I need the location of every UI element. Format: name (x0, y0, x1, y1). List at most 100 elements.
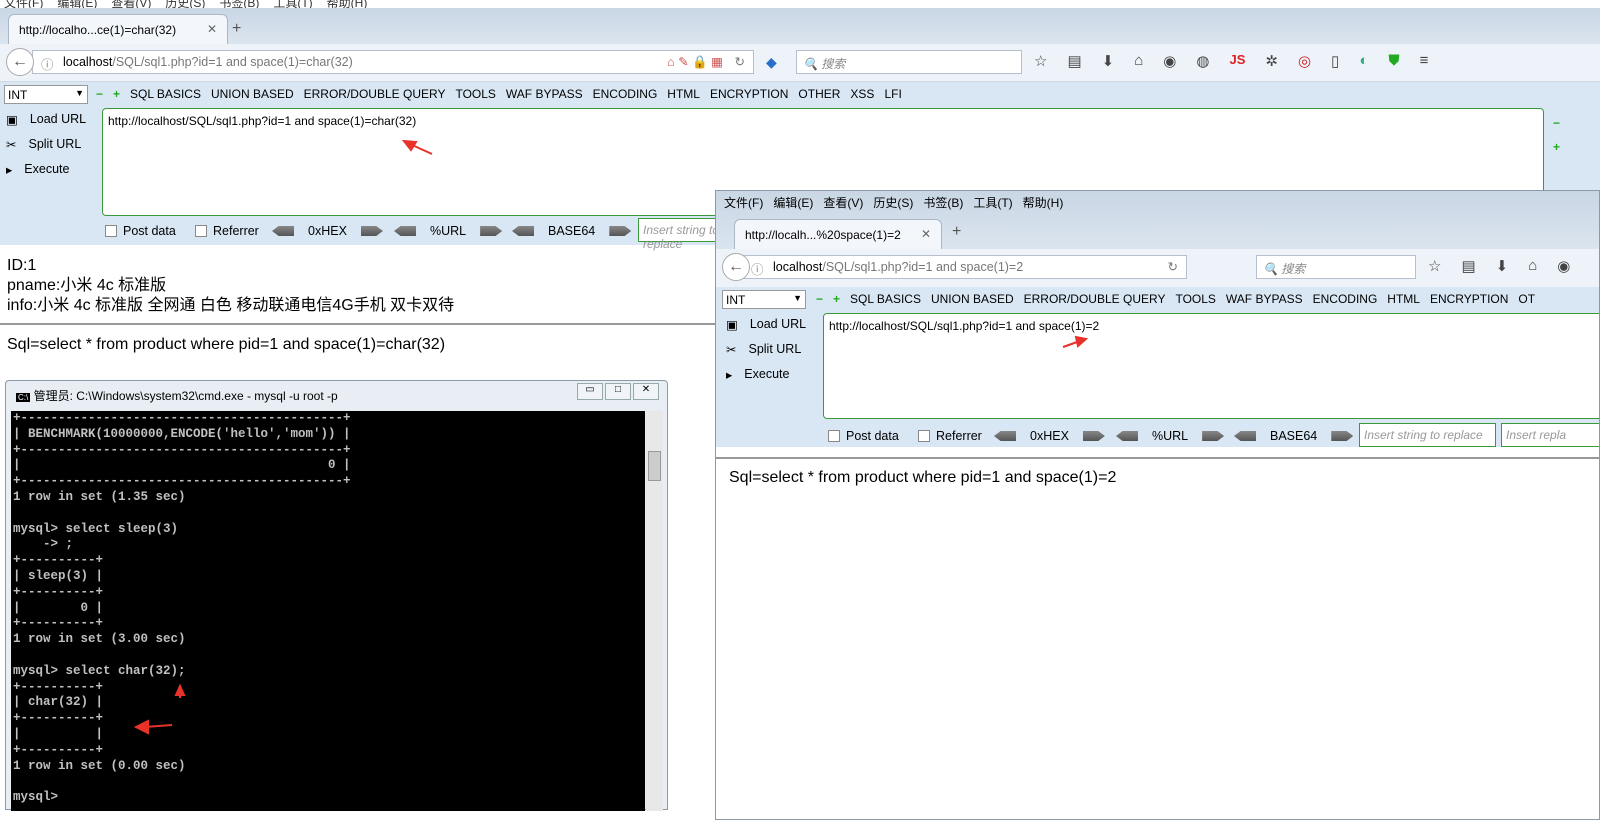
globe-icon[interactable]: ◐ (1359, 52, 1368, 70)
new-tab-icon[interactable]: + (952, 223, 961, 241)
checkbox[interactable] (105, 225, 117, 237)
menu-other[interactable]: OT (1518, 292, 1535, 306)
menu-file[interactable]: 文件(F) (724, 194, 763, 211)
menu-bookmarks[interactable]: 书签(B) (923, 194, 963, 211)
reload-icon[interactable]: ↻ (1168, 259, 1178, 274)
split-url-button[interactable]: ✂ Split URL (6, 137, 81, 152)
encode-arrow-icon[interactable] (480, 226, 503, 236)
load-url-button[interactable]: ▣ Load URL (6, 112, 86, 127)
reading-list-icon[interactable]: ▤ (1461, 257, 1475, 275)
menu-encryption[interactable]: ENCRYPTION (710, 87, 788, 101)
checkbox[interactable] (195, 225, 207, 237)
menu-edit[interactable]: 编辑(E) (57, 0, 97, 10)
decode-arrow-icon[interactable] (1234, 431, 1256, 441)
url-bar[interactable]: ⓘ localhost/SQL/sql1.php?id=1 and space(1… (742, 255, 1187, 279)
menu-encryption[interactable]: ENCRYPTION (1430, 292, 1508, 306)
menu-bookmarks[interactable]: 书签(B) (219, 0, 259, 10)
close-tab-icon[interactable]: ✕ (207, 22, 217, 36)
split-url-button[interactable]: ✂ Split URL (726, 342, 801, 357)
insert-string-input[interactable]: Insert string to replace (1359, 423, 1496, 447)
decode-arrow-icon[interactable] (994, 431, 1016, 441)
plugin-icon[interactable]: ✲ (1265, 52, 1278, 70)
decode-arrow-icon[interactable] (272, 226, 294, 236)
shield-icon[interactable]: ⛊ (1388, 52, 1399, 70)
encode-arrow-icon[interactable] (1202, 431, 1225, 441)
checkbox[interactable] (918, 430, 930, 442)
menu-history[interactable]: 历史(S) (165, 0, 205, 10)
hex-control[interactable]: 0xHEX (272, 224, 383, 238)
tab-active[interactable]: http://localho...ce(1)=char(32) ✕ (8, 14, 228, 44)
download-icon[interactable]: ⬇ (1496, 257, 1509, 275)
menu-union-based[interactable]: UNION BASED (931, 292, 1014, 306)
menu-encoding[interactable]: ENCODING (1313, 292, 1378, 306)
hex-control[interactable]: 0xHEX (994, 429, 1105, 443)
bird-icon[interactable]: ◆ (766, 54, 777, 71)
encode-arrow-icon[interactable] (1331, 431, 1354, 441)
info-icon[interactable]: ⓘ (751, 259, 764, 278)
addon-icon[interactable]: ◉ (1163, 52, 1176, 70)
plus-icon[interactable]: + (833, 292, 840, 306)
home-icon[interactable]: ⌂ (1134, 52, 1143, 70)
redaddon-icon[interactable]: ◎ (1298, 52, 1311, 70)
menu-tools[interactable]: 工具(T) (973, 194, 1012, 211)
type-select[interactable]: INT ▼ (4, 85, 88, 104)
minus-icon[interactable]: − (816, 292, 823, 306)
js-icon[interactable]: JS (1229, 52, 1245, 70)
menu-tools[interactable]: 工具(T) (273, 0, 312, 10)
post-data-checkbox[interactable]: Post data (105, 224, 176, 238)
base64-control[interactable]: BASE64 (512, 224, 632, 238)
encode-arrow-icon[interactable] (360, 226, 383, 236)
bookmark-star-icon[interactable]: ☆ (1034, 52, 1047, 70)
menu-tools[interactable]: TOOLS (1175, 292, 1215, 306)
url-textarea[interactable]: http://localhost/SQL/sql1.php?id=1 and s… (823, 313, 1599, 419)
back-button[interactable]: ← (6, 48, 34, 76)
execute-button[interactable]: ▸ Execute (6, 162, 69, 177)
menu-html[interactable]: HTML (1387, 292, 1420, 306)
reload-icon[interactable]: ↻ (735, 54, 745, 69)
new-tab-icon[interactable]: + (232, 20, 241, 38)
post-data-checkbox[interactable]: Post data (828, 429, 899, 443)
url-encode-control[interactable]: %URL (394, 224, 503, 238)
scroll-thumb[interactable] (648, 451, 661, 481)
referrer-checkbox[interactable]: Referrer (918, 429, 982, 443)
menu-help[interactable]: 帮助(H) (1023, 194, 1064, 211)
search-input[interactable]: 🔍 搜索 (796, 50, 1022, 74)
menu-error-double[interactable]: ERROR/DOUBLE QUERY (1024, 292, 1166, 306)
menu-encoding[interactable]: ENCODING (593, 87, 658, 101)
back-button[interactable]: ← (722, 253, 750, 281)
decode-arrow-icon[interactable] (1116, 431, 1138, 441)
palette-icon[interactable]: ◍ (1196, 52, 1209, 70)
url-bar[interactable]: ⓘ localhost/SQL/sql1.php?id=1 and space(1… (32, 50, 754, 74)
menu-error-double[interactable]: ERROR/DOUBLE QUERY (304, 87, 446, 101)
bookmark-star-icon[interactable]: ☆ (1428, 257, 1441, 275)
tab-active-2[interactable]: http://localh...%20space(1)=2 ✕ (734, 219, 942, 249)
menu-lfi[interactable]: LFI (884, 87, 901, 101)
menu-waf-bypass[interactable]: WAF BYPASS (506, 87, 583, 101)
addon-icon[interactable]: ◉ (1557, 257, 1570, 275)
scrollbar[interactable] (646, 411, 663, 811)
reading-list-icon[interactable]: ▤ (1067, 52, 1081, 70)
base64-control[interactable]: BASE64 (1234, 429, 1354, 443)
plus-icon[interactable]: + (113, 87, 120, 101)
load-url-button[interactable]: ▣ Load URL (726, 317, 806, 332)
menu-other[interactable]: OTHER (798, 87, 840, 101)
menu-waf-bypass[interactable]: WAF BYPASS (1226, 292, 1303, 306)
encode-arrow-icon[interactable] (1082, 431, 1105, 441)
decode-arrow-icon[interactable] (394, 226, 416, 236)
url-encode-control[interactable]: %URL (1116, 429, 1225, 443)
shrink-icon[interactable]: − (1553, 116, 1560, 130)
menu-sql-basics[interactable]: SQL BASICS (850, 292, 921, 306)
addon-icons[interactable]: ⌂ ✎ 🔒 ▦ (667, 54, 723, 70)
menu-history[interactable]: 历史(S) (873, 194, 913, 211)
menu-xss[interactable]: XSS (850, 87, 874, 101)
maximize-button[interactable]: □ (605, 383, 631, 400)
menu-icon[interactable]: ≡ (1420, 52, 1429, 70)
type-select[interactable]: INT ▼ (722, 290, 806, 309)
menu-sql-basics[interactable]: SQL BASICS (130, 87, 201, 101)
minimize-button[interactable]: ▭ (577, 383, 603, 400)
close-button[interactable]: ✕ (633, 383, 659, 400)
menu-tools[interactable]: TOOLS (455, 87, 495, 101)
download-icon[interactable]: ⬇ (1102, 52, 1115, 70)
decode-arrow-icon[interactable] (512, 226, 534, 236)
checkbox[interactable] (828, 430, 840, 442)
